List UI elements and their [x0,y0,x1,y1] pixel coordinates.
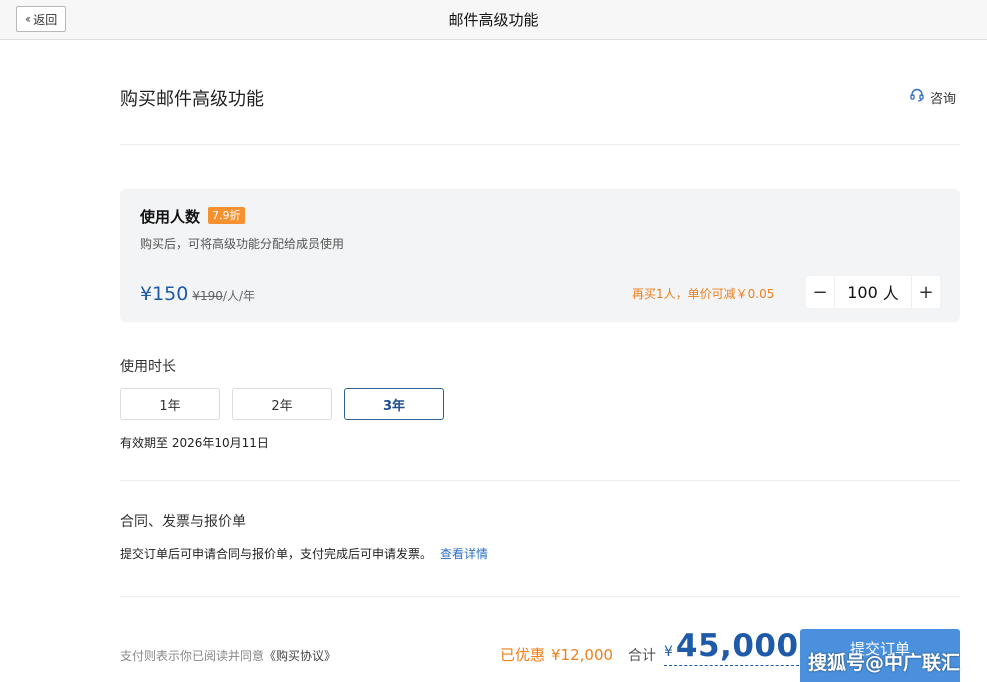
total-value: 45,000 [675,628,799,664]
view-details-link[interactable]: 查看详情 [440,547,488,561]
contract-description: 提交订单后可申请合同与报价单，支付完成后可申请发票。 [120,547,433,561]
quantity-unit: 人 [882,284,899,303]
price-now: ¥150 [140,283,189,305]
total-currency: ¥ [664,644,673,660]
headset-icon [909,87,925,107]
consult-label: 咨询 [930,91,957,107]
plus-button[interactable]: + [912,276,940,308]
promo-text: 再买1人，单价可减￥0.05 [632,287,775,301]
duration-label: 使用时长 [120,359,176,375]
users-card: 使用人数 7.9折 购买后，可将高级功能分配给成员使用 ¥150 ¥190 /人… [120,189,960,322]
duration-option-3y[interactable]: 3年 [344,388,444,420]
total-label: 合计 [628,648,656,664]
divider [120,596,960,597]
users-title: 使用人数 [140,208,201,226]
total-price: ¥ 45,000 [664,628,799,666]
purchase-agreement-link[interactable]: 《购买协议》 [264,649,336,663]
consult-button[interactable]: 咨询 [909,87,956,107]
price-old: ¥190 [192,289,223,303]
divider [120,480,960,481]
agreement-label: 支付则表示你已阅读并同意 [120,649,265,663]
minus-button[interactable]: − [806,276,834,308]
saved-amount: 已优惠 ¥12,000 [500,644,613,665]
page-title: 购买邮件高级功能 [120,89,264,110]
valid-until: 有效期至 2026年10月11日 [120,436,269,450]
quantity-stepper: − 100 人 + [806,276,940,308]
divider [120,144,960,145]
saved-label: 已优惠 [500,646,546,664]
contract-title: 合同、发票与报价单 [120,514,246,530]
top-bar: ‹‹ 返回 邮件高级功能 [0,0,987,40]
saved-value: ¥12,000 [551,646,614,664]
users-description: 购买后，可将高级功能分配给成员使用 [140,237,345,251]
duration-option-1y[interactable]: 1年 [120,388,220,420]
agreement-text: 支付则表示你已阅读并同意《购买协议》 [120,647,336,664]
price-unit: /人/年 [222,289,255,303]
contract-text: 提交订单后可申请合同与报价单，支付完成后可申请发票。 查看详情 [120,545,488,562]
quantity-value: 100 [847,282,878,302]
topbar-title: 邮件高级功能 [448,11,539,29]
price-row: ¥150 ¥190 /人/年 [140,283,255,305]
discount-badge: 7.9折 [208,207,245,224]
duration-option-2y[interactable]: 2年 [232,388,332,420]
quantity-field[interactable]: 100 人 [834,276,912,308]
watermark: 搜狐号@中广联汇 [808,652,961,674]
